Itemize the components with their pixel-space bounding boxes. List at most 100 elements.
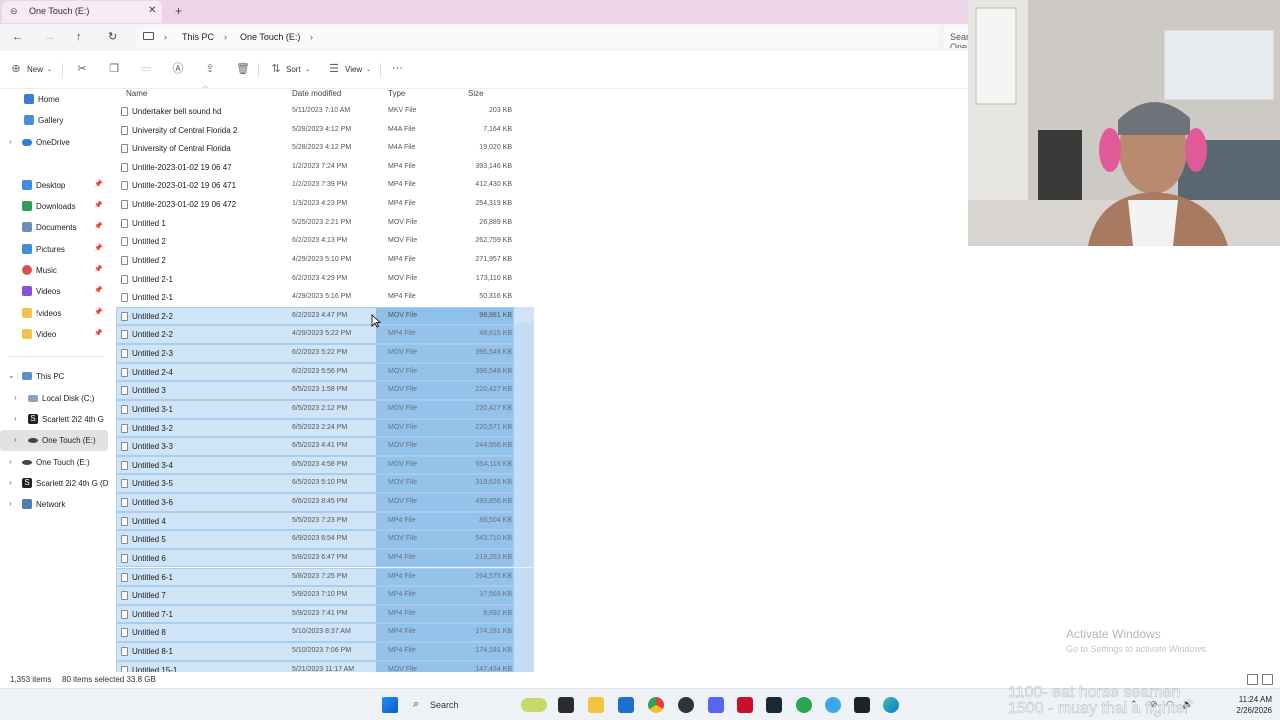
paste-icon[interactable]: ▭ (140, 63, 152, 75)
chrome-canary-icon[interactable] (825, 697, 841, 713)
tiles-view-icon[interactable] (1262, 674, 1273, 685)
pin-icon[interactable]: 📌 (94, 308, 103, 316)
back-arrow-icon[interactable]: ← (12, 30, 23, 44)
browser-icon[interactable] (796, 697, 812, 713)
discord-icon[interactable] (708, 697, 724, 713)
sidebar-item-music[interactable]: Music 📌 (0, 260, 108, 281)
table-row[interactable]: Untitle-2023-01-02 19 06 47 1/2/2023 7:24… (116, 158, 534, 177)
sidebar-item-video[interactable]: Video 📌 (0, 324, 108, 345)
selected-count: 80 items selected 33.8 GB (62, 675, 156, 684)
pin-icon[interactable]: 📌 (94, 222, 103, 230)
chrome-icon[interactable] (648, 697, 664, 713)
home-icon (24, 94, 34, 104)
delete-icon[interactable]: 🗑 (236, 63, 250, 75)
chevron-right-icon[interactable]: › (9, 499, 12, 508)
breadcrumb-this-pc[interactable]: This PC (182, 32, 214, 42)
table-row[interactable]: Untitled 2 4/29/2023 5:10 PM MP4 File 271,9… (116, 251, 534, 270)
sidebar-item-gallery[interactable]: Gallery (0, 110, 108, 131)
tab-close-icon[interactable]: ✕ (148, 5, 156, 16)
sidebar-item-videos[interactable]: Videos 📌 (0, 281, 108, 302)
chevron-down-icon[interactable]: ⌄ (47, 64, 52, 76)
sidebar-item-label: Network (36, 500, 66, 509)
sidebar-item-scarlett[interactable]: › S Scarlett 2i2 4th G (0, 409, 108, 430)
share-icon[interactable]: ⇪ (204, 63, 216, 75)
sidebar-item-local-disk[interactable]: › Local Disk (C:) (0, 388, 108, 409)
file-date: 1/2/2023 7:24 PM (292, 162, 348, 170)
file-date: 5/10/2023 7:06 PM (292, 646, 352, 654)
file-name: Untitled 2-1 (132, 293, 173, 303)
pin-icon[interactable]: 📌 (94, 244, 103, 252)
table-row[interactable]: Untitled 1 5/25/2023 2:21 PM MOV File 26,88… (116, 214, 534, 233)
table-row[interactable]: Untitled 2 6/2/2023 4:13 PM MOV File 262,75… (116, 232, 534, 251)
chevron-right-icon[interactable]: › (14, 393, 17, 402)
chevron-down-icon[interactable]: ⌄ (366, 64, 371, 76)
sort-button[interactable]: Sort (286, 64, 301, 76)
sidebar-item-downloads[interactable]: Downloads 📌 (0, 196, 108, 217)
new-button[interactable]: New (27, 64, 43, 76)
table-row[interactable]: University of Central Florida 5/28/2023 4… (116, 139, 534, 158)
forward-arrow-icon[interactable]: → (44, 30, 55, 44)
table-row[interactable]: University of Central Florida 2 5/28/2023… (116, 121, 534, 140)
chevron-right-icon[interactable]: › (164, 32, 167, 42)
file-size: 98,881 KB (479, 311, 512, 319)
obs-icon[interactable] (854, 697, 870, 713)
chevron-down-icon[interactable]: ⌄ (8, 371, 15, 380)
view-button[interactable]: View (345, 64, 362, 76)
chevron-right-icon[interactable]: › (14, 435, 17, 444)
sidebar-item-desktop[interactable]: Desktop 📌 (0, 175, 108, 196)
sidebar-item-videos-folder[interactable]: !videos 📌 (0, 303, 108, 324)
chevron-right-icon[interactable]: › (9, 137, 12, 146)
chevron-right-icon[interactable]: › (9, 478, 12, 487)
chevron-right-icon[interactable]: › (310, 32, 313, 42)
file-explorer-icon[interactable] (588, 697, 604, 713)
terminal-icon[interactable] (558, 697, 574, 713)
edge-icon[interactable] (883, 697, 899, 713)
chevron-right-icon[interactable]: › (224, 32, 227, 42)
adobe-icon[interactable] (737, 697, 753, 713)
pin-icon[interactable]: 📌 (94, 201, 103, 209)
new-tab-button[interactable]: + (175, 4, 182, 18)
sidebar-item-documents[interactable]: Documents 📌 (0, 217, 108, 238)
search-input[interactable]: Search One Touch (E:) (944, 27, 968, 48)
taskbar-search[interactable]: ⌕ Search (405, 695, 547, 715)
up-arrow-icon[interactable]: ↑ (76, 30, 82, 44)
sidebar-item-one-touch-2[interactable]: › One Touch (E:) (0, 452, 108, 473)
sidebar-item-onedrive[interactable]: › OneDrive (0, 132, 108, 153)
clock[interactable]: 11:24 AM 2/26/2026 (1222, 694, 1272, 716)
sidebar-item-one-touch[interactable]: › One Touch (E:) (0, 430, 108, 451)
pin-icon[interactable]: 📌 (94, 286, 103, 294)
sidebar-item-scarlett-2[interactable]: › S Scarlett 2i2 4th G (D (0, 473, 108, 494)
chevron-right-icon[interactable]: › (9, 457, 12, 466)
table-row[interactable]: Undertaker bell sound hd 5/11/2023 7:10 A… (116, 102, 534, 121)
app-icon[interactable] (678, 697, 694, 713)
table-row[interactable]: Untitled 2-1 4/29/2023 5:16 PM MP4 File 50,… (116, 288, 534, 307)
store-icon[interactable] (618, 697, 634, 713)
column-header-name[interactable]: Name (126, 89, 147, 98)
tab-one-touch[interactable]: ⊖ One Touch (E:) ✕ (2, 1, 162, 23)
column-header-type[interactable]: Type (388, 89, 405, 98)
table-row[interactable]: Untitle-2023-01-02 19 06 472 1/3/2023 4:2… (116, 195, 534, 214)
table-row[interactable]: Untitle-2023-01-02 19 06 471 1/2/2023 7:3… (116, 176, 534, 195)
sidebar-item-home[interactable]: Home (0, 89, 108, 110)
sidebar-item-this-pc[interactable]: ⌄ This PC (0, 366, 108, 387)
column-header-date[interactable]: Date modified (292, 89, 341, 98)
chevron-right-icon[interactable]: › (14, 414, 17, 423)
sidebar-item-pictures[interactable]: Pictures 📌 (0, 239, 108, 260)
chevron-down-icon[interactable]: ⌄ (305, 64, 310, 76)
copy-icon[interactable]: ❐ (108, 63, 120, 75)
details-view-icon[interactable] (1247, 674, 1258, 685)
pin-icon[interactable]: 📌 (94, 180, 103, 188)
pin-icon[interactable]: 📌 (94, 265, 103, 273)
windows-start-icon[interactable] (382, 697, 398, 713)
column-header-size[interactable]: Size (468, 89, 484, 98)
more-options-button[interactable]: ··· (392, 62, 403, 74)
pin-icon[interactable]: 📌 (94, 329, 103, 337)
breadcrumb-one-touch[interactable]: One Touch (E:) (240, 32, 300, 42)
cut-icon[interactable]: ✂ (76, 63, 88, 75)
steam-icon[interactable] (766, 697, 782, 713)
table-row[interactable]: Untitled 2-1 6/2/2023 4:29 PM MOV File 173,… (116, 270, 534, 289)
address-bar[interactable]: › This PC › One Touch (E:) › (136, 27, 938, 48)
refresh-icon[interactable]: ↻ (108, 30, 117, 44)
rename-icon[interactable]: Ⓐ (172, 63, 184, 75)
sidebar-item-network[interactable]: › Network (0, 494, 108, 515)
